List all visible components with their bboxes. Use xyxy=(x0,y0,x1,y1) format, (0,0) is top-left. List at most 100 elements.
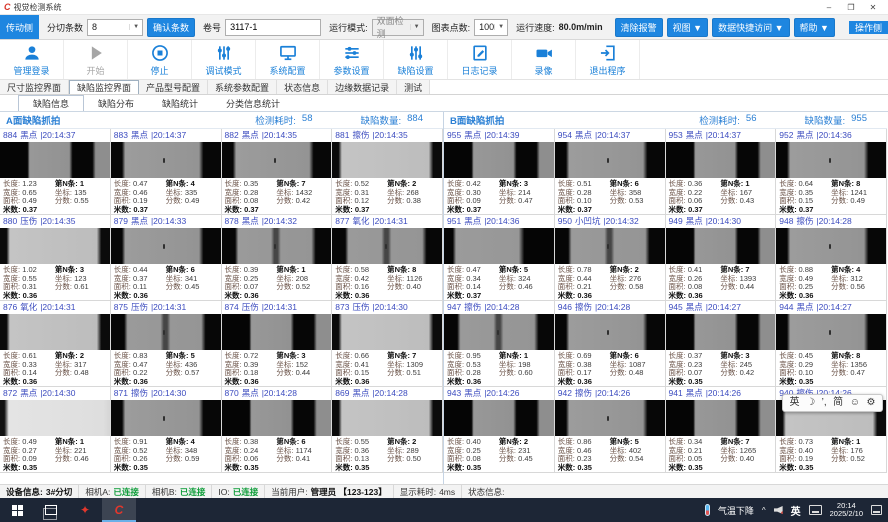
help-menu-button[interactable]: 帮助 ▼ xyxy=(794,18,835,37)
action-sysconfig-button[interactable]: 系统配置 xyxy=(256,40,320,79)
defect-image[interactable] xyxy=(332,400,442,437)
taskbar-app-red[interactable]: ✦ xyxy=(68,498,102,522)
volume-icon[interactable] xyxy=(774,506,783,514)
operator-side-button[interactable]: 操作侧 xyxy=(849,21,888,34)
defect-image[interactable] xyxy=(0,314,110,351)
defect-cell[interactable]: 942 擦伤 |20:14:26 长度: 0.86 宽度: 0.46 面积: 0… xyxy=(555,387,666,473)
task-view-button[interactable] xyxy=(34,498,68,522)
defect-cell[interactable]: 945 黑点 |20:14:27 长度: 0.37 宽度: 0.23 面积: 0… xyxy=(666,301,777,387)
defect-image[interactable] xyxy=(776,228,886,265)
defect-image[interactable] xyxy=(555,142,665,179)
defect-cell[interactable]: 950 小凹坑 |20:14:32 长度: 0.78 宽度: 0.44 面积: … xyxy=(555,215,666,301)
weather-text[interactable]: 气温下降 xyxy=(718,504,754,517)
defect-image[interactable] xyxy=(555,400,665,437)
defect-cell[interactable]: 946 擦伤 |20:14:28 长度: 0.69 宽度: 0.38 面积: 0… xyxy=(555,301,666,387)
simplified-toggle[interactable]: 简 xyxy=(833,398,843,408)
defect-cell[interactable]: 948 擦伤 |20:14:28 长度: 0.88 宽度: 0.49 面积: 0… xyxy=(776,215,887,301)
defect-cell[interactable]: 873 压伤 |20:14:30 长度: 0.66 宽度: 0.41 面积: 0… xyxy=(332,301,443,387)
emoji-icon[interactable]: ☺ xyxy=(850,398,860,408)
defect-cell[interactable]: 943 黑点 |20:14:26 长度: 0.40 宽度: 0.25 面积: 0… xyxy=(444,387,555,473)
defect-cell[interactable]: 882 黑点 |20:14:35 长度: 0.35 宽度: 0.28 面积: 0… xyxy=(222,129,333,215)
run-mode-select[interactable]: 双面检测 ▼ xyxy=(372,19,424,36)
defect-cell[interactable]: 955 黑点 |20:14:39 长度: 0.42 宽度: 0.30 面积: 0… xyxy=(444,129,555,215)
tab-尺寸监控界面[interactable]: 尺寸监控界面 xyxy=(0,80,69,94)
defect-image[interactable] xyxy=(111,314,221,351)
quick-data-menu-button[interactable]: 数据快捷访问 ▼ xyxy=(712,18,789,37)
tab-边缘数据记录[interactable]: 边缘数据记录 xyxy=(328,80,397,94)
defect-cell[interactable]: 951 黑点 |20:14:36 长度: 0.47 宽度: 0.34 面积: 0… xyxy=(444,215,555,301)
action-defectset-button[interactable]: 缺陷设置 xyxy=(384,40,448,79)
defect-cell[interactable]: 869 黑点 |20:14:28 长度: 0.55 宽度: 0.36 面积: 0… xyxy=(332,387,443,473)
defect-cell[interactable]: 949 黑点 |20:14:30 长度: 0.41 宽度: 0.26 面积: 0… xyxy=(666,215,777,301)
defect-cell[interactable]: 879 黑点 |20:14:33 长度: 0.44 宽度: 0.37 面积: 0… xyxy=(111,215,222,301)
taskbar-clock[interactable]: 20:14 2025/2/10 xyxy=(830,502,863,519)
thermometer-icon[interactable] xyxy=(705,504,710,516)
defect-cell[interactable]: 953 黑点 |20:14:37 长度: 0.36 宽度: 0.22 面积: 0… xyxy=(666,129,777,215)
defect-cell[interactable]: 881 擦伤 |20:14:35 长度: 0.52 宽度: 0.31 面积: 0… xyxy=(332,129,443,215)
defect-image[interactable] xyxy=(555,228,665,265)
close-button[interactable]: ✕ xyxy=(862,3,884,12)
moon-icon[interactable]: ☽ xyxy=(806,398,815,408)
defect-cell[interactable]: 941 黑点 |20:14:26 长度: 0.34 宽度: 0.21 面积: 0… xyxy=(666,387,777,473)
action-stop-button[interactable]: 停止 xyxy=(128,40,192,79)
defect-image[interactable] xyxy=(332,314,442,351)
taskbar-app-inspection[interactable]: C xyxy=(102,498,136,522)
subtab-缺陷分布[interactable]: 缺陷分布 xyxy=(84,95,148,111)
action-record-button[interactable]: 录像 xyxy=(512,40,576,79)
defect-image[interactable] xyxy=(666,142,776,179)
defect-cell[interactable]: 952 黑点 |20:14:36 长度: 0.64 宽度: 0.35 面积: 0… xyxy=(776,129,887,215)
gear-icon[interactable]: ⚙ xyxy=(866,398,875,408)
defect-cell[interactable]: 871 擦伤 |20:14:30 长度: 0.91 宽度: 0.52 面积: 0… xyxy=(111,387,222,473)
defect-cell[interactable]: 944 黑点 |20:14:27 长度: 0.45 宽度: 0.29 面积: 0… xyxy=(776,301,887,387)
action-exit-button[interactable]: 退出程序 xyxy=(576,40,640,79)
defect-image[interactable] xyxy=(666,314,776,351)
subtab-分类信息统计[interactable]: 分类信息统计 xyxy=(212,95,294,111)
defect-image[interactable] xyxy=(666,228,776,265)
defect-cell[interactable]: 870 黑点 |20:14:28 长度: 0.38 宽度: 0.24 面积: 0… xyxy=(222,387,333,473)
chart-points-select[interactable]: 100 ▼ xyxy=(474,19,508,36)
defect-cell[interactable]: 884 黑点 |20:14:37 长度: 1.23 宽度: 0.65 面积: 0… xyxy=(0,129,111,215)
defect-image[interactable] xyxy=(222,142,332,179)
clear-alarm-button[interactable]: 清除报警 xyxy=(615,18,663,37)
defect-cell[interactable]: 947 擦伤 |20:14:28 长度: 0.95 宽度: 0.53 面积: 0… xyxy=(444,301,555,387)
defect-image[interactable] xyxy=(444,228,554,265)
defect-image[interactable] xyxy=(222,228,332,265)
slit-count-select[interactable]: 8 ▼ xyxy=(87,19,143,36)
defect-image[interactable] xyxy=(0,228,110,265)
action-center-icon[interactable] xyxy=(871,505,882,515)
defect-cell[interactable]: 872 黑点 |20:14:30 长度: 0.49 宽度: 0.27 面积: 0… xyxy=(0,387,111,473)
defect-cell[interactable]: 877 氧化 |20:14:31 长度: 0.58 宽度: 0.42 面积: 0… xyxy=(332,215,443,301)
defect-image[interactable] xyxy=(776,142,886,179)
defect-image[interactable] xyxy=(444,142,554,179)
drive-side-button[interactable]: 传动侧 xyxy=(0,15,39,39)
tab-状态信息[interactable]: 状态信息 xyxy=(277,80,328,94)
defect-cell[interactable]: 880 压伤 |20:14:35 长度: 1.02 宽度: 0.55 面积: 0… xyxy=(0,215,111,301)
minimize-button[interactable]: ‒ xyxy=(818,3,840,12)
tray-expand-button[interactable]: ^ xyxy=(762,506,766,515)
action-login-button[interactable]: 管理登录 xyxy=(0,40,64,79)
action-debug-button[interactable]: 调试模式 xyxy=(192,40,256,79)
defect-image[interactable] xyxy=(111,228,221,265)
ime-language-indicator[interactable]: 英 xyxy=(791,503,801,518)
tab-测试[interactable]: 测试 xyxy=(397,80,430,94)
action-params-button[interactable]: 参数设置 xyxy=(320,40,384,79)
roll-no-input[interactable] xyxy=(225,19,321,36)
defect-image[interactable] xyxy=(0,400,110,437)
action-start-button[interactable]: 开始 xyxy=(64,40,128,79)
maximize-button[interactable]: ❐ xyxy=(840,3,862,12)
defect-image[interactable] xyxy=(555,314,665,351)
tab-缺陷监控界面[interactable]: 缺陷监控界面 xyxy=(69,80,139,94)
defect-cell[interactable]: 874 压伤 |20:14:31 长度: 0.72 宽度: 0.39 面积: 0… xyxy=(222,301,333,387)
tab-系统参数配置[interactable]: 系统参数配置 xyxy=(208,80,277,94)
action-log-button[interactable]: 日志记录 xyxy=(448,40,512,79)
ime-language-toggle[interactable]: 英 xyxy=(790,398,800,408)
view-menu-button[interactable]: 视图 ▼ xyxy=(667,18,708,37)
defect-image[interactable] xyxy=(111,142,221,179)
keyboard-icon[interactable] xyxy=(809,505,822,515)
defect-image[interactable] xyxy=(444,314,554,351)
defect-image[interactable] xyxy=(332,228,442,265)
tab-产品型号配置[interactable]: 产品型号配置 xyxy=(139,80,208,94)
defect-cell[interactable]: 883 黑点 |20:14:37 长度: 0.47 宽度: 0.46 面积: 0… xyxy=(111,129,222,215)
defect-cell[interactable]: 954 黑点 |20:14:37 长度: 0.51 宽度: 0.28 面积: 0… xyxy=(555,129,666,215)
defect-cell[interactable]: 876 氧化 |20:14:31 长度: 0.61 宽度: 0.33 面积: 0… xyxy=(0,301,111,387)
